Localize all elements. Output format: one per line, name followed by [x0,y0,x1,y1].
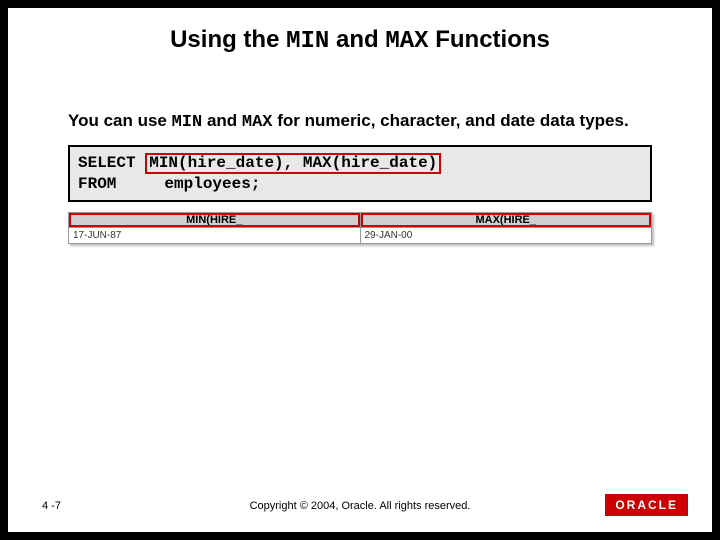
body-text-1: You can use [68,111,172,130]
code-line-2: FROM employees; [78,175,260,193]
body-paragraph: You can use MIN and MAX for numeric, cha… [68,110,652,135]
cell-min-value: 17-JUN-87 [69,227,361,243]
code-highlight-expr: MIN(hire_date), MAX(hire_date) [145,153,441,174]
result-table: MIN(HIRE_ MAX(HIRE_ 17-JUN-87 29-JAN-00 [68,212,652,244]
table-row: 17-JUN-87 29-JAN-00 [69,227,652,243]
body-max: MAX [242,113,273,132]
body-min: MIN [172,113,203,132]
col-header-min: MIN(HIRE_ [69,212,361,227]
title-text-2: and [329,26,385,53]
table-header-row: MIN(HIRE_ MAX(HIRE_ [69,212,652,227]
sql-code-block: SELECT MIN(hire_date), MAX(hire_date) FR… [68,145,652,202]
col-header-max: MAX(HIRE_ [360,212,652,227]
body-text-3: for numeric, character, and date data ty… [273,111,629,130]
title-min: MIN [286,28,329,55]
title-text-3: Functions [429,26,550,53]
cell-max-value: 29-JAN-00 [360,227,652,243]
oracle-logo: ORACLE [605,494,688,516]
code-select-kw: SELECT [78,154,145,172]
title-text-1: Using the [170,26,286,53]
slide: Using the MIN and MAX Functions You can … [8,8,712,532]
body-text-2: and [202,111,242,130]
title-max: MAX [385,28,428,55]
slide-title: Using the MIN and MAX Functions [8,26,712,55]
slide-footer: 4 -7 Copyright © 2004, Oracle. All right… [8,492,712,532]
